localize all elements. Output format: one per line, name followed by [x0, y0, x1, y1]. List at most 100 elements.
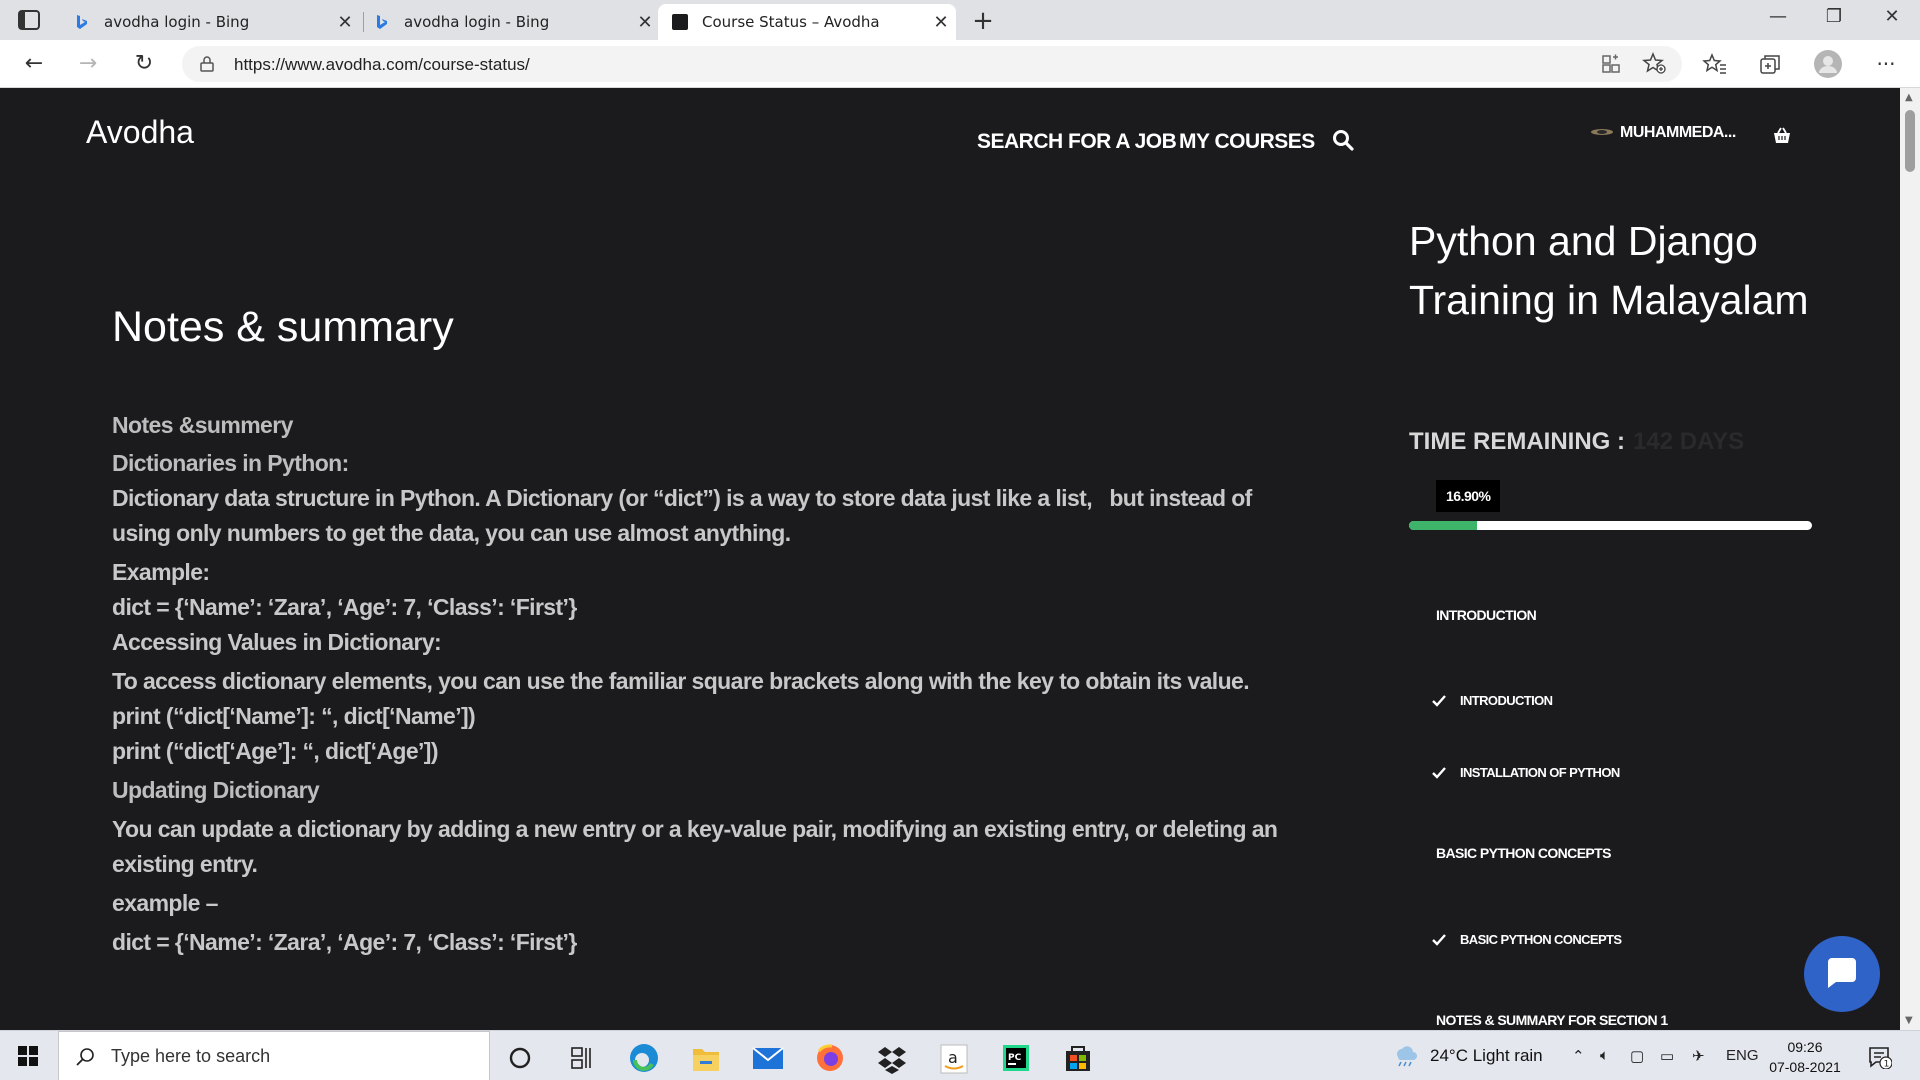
notification-icon[interactable]: 1	[1868, 1045, 1892, 1069]
forward-icon[interactable]: →	[72, 48, 104, 80]
browser-toolbar: ← → ↻ https://www.avodha.com/course-stat…	[0, 40, 1920, 88]
accessing-heading: Accessing Values in Dictionary:	[112, 629, 442, 655]
collections-icon[interactable]	[1758, 52, 1784, 76]
windows-start-icon[interactable]	[18, 1046, 38, 1066]
add-favorite-icon[interactable]	[1642, 52, 1668, 76]
check-icon	[1432, 694, 1446, 707]
bing-icon	[377, 15, 387, 29]
notes-content: Notes &summery Dictionaries in Python: D…	[112, 408, 1302, 960]
settings-more-icon[interactable]: ···	[1870, 48, 1902, 80]
example-label: Example:	[112, 559, 210, 585]
address-bar[interactable]: https://www.avodha.com/course-status/	[182, 46, 1682, 82]
avodha-favicon-icon	[672, 14, 688, 30]
course-title: Python and Django Training in Malayalam	[1409, 218, 1809, 323]
notification-count: 1	[1884, 1060, 1890, 1070]
lock-icon[interactable]	[200, 56, 214, 72]
code-line: dict = {‘Name’: ‘Zara’, ‘Age’: 7, ‘Class…	[112, 594, 577, 620]
nav-my-courses[interactable]: MY COURSES	[1179, 130, 1315, 154]
firefox-icon[interactable]	[804, 1039, 856, 1080]
close-icon[interactable]: ✕	[630, 12, 660, 33]
speaker-icon[interactable]: 🔈︎	[1600, 1047, 1609, 1064]
example-label: example –	[112, 890, 218, 916]
cart-icon[interactable]	[1772, 126, 1792, 146]
tab-title: Course Status – Avodha	[702, 13, 880, 31]
browser-tab-bar: avodha login - Bing ✕ avodha login - Bin…	[0, 0, 1920, 40]
url-text[interactable]: https://www.avodha.com/course-status/	[234, 55, 530, 75]
page-scrollbar[interactable]: ▲ ▼	[1900, 88, 1920, 1030]
edge-browser-icon[interactable]	[618, 1039, 670, 1080]
amazon-icon[interactable]: a	[928, 1039, 980, 1080]
back-icon[interactable]: ←	[18, 48, 50, 80]
unit-basic-python-concepts[interactable]: BASIC PYTHON CONCEPTS	[1432, 932, 1622, 947]
profile-avatar-icon[interactable]	[1814, 50, 1842, 78]
battery-icon[interactable]: ▭	[1660, 1047, 1674, 1065]
window-close-icon[interactable]: ✕	[1872, 6, 1912, 27]
code-line: print (“dict[‘Age’]: “, dict[‘Age’])	[112, 738, 439, 764]
close-icon[interactable]: ✕	[330, 12, 360, 33]
dictionaries-heading: Dictionaries in Python:	[112, 450, 349, 476]
mail-icon[interactable]	[742, 1039, 794, 1080]
unit-title: Notes & summary	[112, 303, 454, 351]
pycharm-icon[interactable]: PC	[990, 1039, 1042, 1080]
favorites-icon[interactable]	[1702, 52, 1728, 76]
time-remaining-label: TIME REMAINING :	[1409, 428, 1625, 455]
microsoft-store-icon[interactable]	[1052, 1039, 1104, 1080]
scroll-up-icon[interactable]: ▲	[1905, 92, 1913, 103]
unit-installation-of-python[interactable]: INSTALLATION OF PYTHON	[1432, 765, 1620, 780]
time-remaining: TIME REMAINING : 142 DAYS	[1409, 428, 1744, 456]
section-introduction[interactable]: INTRODUCTION	[1436, 607, 1537, 623]
scroll-down-icon[interactable]: ▼	[1905, 1015, 1913, 1026]
chat-button[interactable]	[1804, 936, 1880, 1012]
restore-icon[interactable]: ❐	[1814, 6, 1854, 27]
clock-time: 09:26	[1787, 1039, 1823, 1055]
time-remaining-value: 142 DAYS	[1633, 428, 1745, 455]
tab-course-status[interactable]: Course Status – Avodha ✕	[658, 4, 956, 40]
airplane-mode-icon[interactable]: ✈︎	[1692, 1047, 1705, 1065]
unit-introduction[interactable]: INTRODUCTION	[1432, 693, 1553, 708]
avatar[interactable]	[1590, 127, 1614, 137]
section-basic-python-concepts[interactable]: BASIC PYTHON CONCEPTS	[1436, 845, 1611, 861]
language-indicator[interactable]: ENG	[1726, 1047, 1759, 1064]
code-line: dict = {‘Name’: ‘Zara’, ‘Age’: 7, ‘Class…	[112, 929, 577, 955]
taskbar-search-box[interactable]: Type here to search	[58, 1031, 490, 1080]
progress-label: 16.90%	[1436, 480, 1501, 512]
svg-text:a: a	[948, 1048, 958, 1067]
cortana-icon[interactable]	[494, 1039, 546, 1080]
nav-search-for-a-job[interactable]: SEARCH FOR A JOB	[977, 130, 1177, 154]
refresh-icon[interactable]: ↻	[128, 48, 160, 80]
tab-actions-icon[interactable]	[18, 10, 40, 30]
chevron-up-icon[interactable]: ⌃	[1572, 1047, 1585, 1065]
updating-heading: Updating Dictionary	[112, 777, 320, 803]
taskbar-clock[interactable]: 09:26 07-08-2021	[1762, 1037, 1848, 1077]
close-icon[interactable]: ✕	[926, 12, 956, 33]
weather-rain-icon[interactable]	[1392, 1043, 1418, 1067]
dictionary-paragraph: Dictionary data structure in Python. A D…	[112, 485, 1258, 546]
updating-paragraph: You can update a dictionary by adding a …	[112, 816, 1284, 877]
section-notes-summary[interactable]: NOTES & SUMMARY FOR SECTION 1	[1436, 1012, 1668, 1028]
search-icon	[76, 1048, 94, 1066]
weather-text[interactable]: 24°C Light rain	[1430, 1046, 1543, 1066]
file-explorer-icon[interactable]	[680, 1039, 732, 1080]
dropbox-icon[interactable]	[866, 1039, 918, 1080]
windows-taskbar: Type here to search a PC 24°C Light rain…	[0, 1030, 1920, 1080]
chat-icon	[1828, 958, 1856, 988]
site-logo[interactable]: Avodha	[86, 114, 194, 151]
new-tab-icon[interactable]: +	[968, 6, 998, 36]
check-icon	[1432, 766, 1446, 779]
check-icon	[1432, 933, 1446, 946]
minimize-icon[interactable]: —	[1758, 6, 1798, 27]
clock-date: 07-08-2021	[1769, 1059, 1841, 1075]
user-name[interactable]: MUHAMMEDA...	[1620, 124, 1736, 142]
task-view-icon[interactable]	[556, 1039, 608, 1080]
tab-bing-2[interactable]: avodha login - Bing ✕	[360, 4, 664, 40]
web-page: Avodha SEARCH FOR A JOB MY COURSES MUHAM…	[0, 88, 1900, 1030]
scrollbar-thumb[interactable]	[1905, 110, 1915, 172]
tab-bing-1[interactable]: avodha login - Bing ✕	[60, 4, 364, 40]
device-icon[interactable]: ▢	[1630, 1047, 1644, 1065]
unit-label: BASIC PYTHON CONCEPTS	[1460, 932, 1622, 947]
tab-title: avodha login - Bing	[104, 13, 250, 31]
search-icon[interactable]	[1332, 129, 1354, 151]
app-available-icon[interactable]	[1598, 52, 1624, 76]
unit-label: INTRODUCTION	[1460, 693, 1553, 708]
taskbar-search-placeholder[interactable]: Type here to search	[111, 1046, 270, 1067]
